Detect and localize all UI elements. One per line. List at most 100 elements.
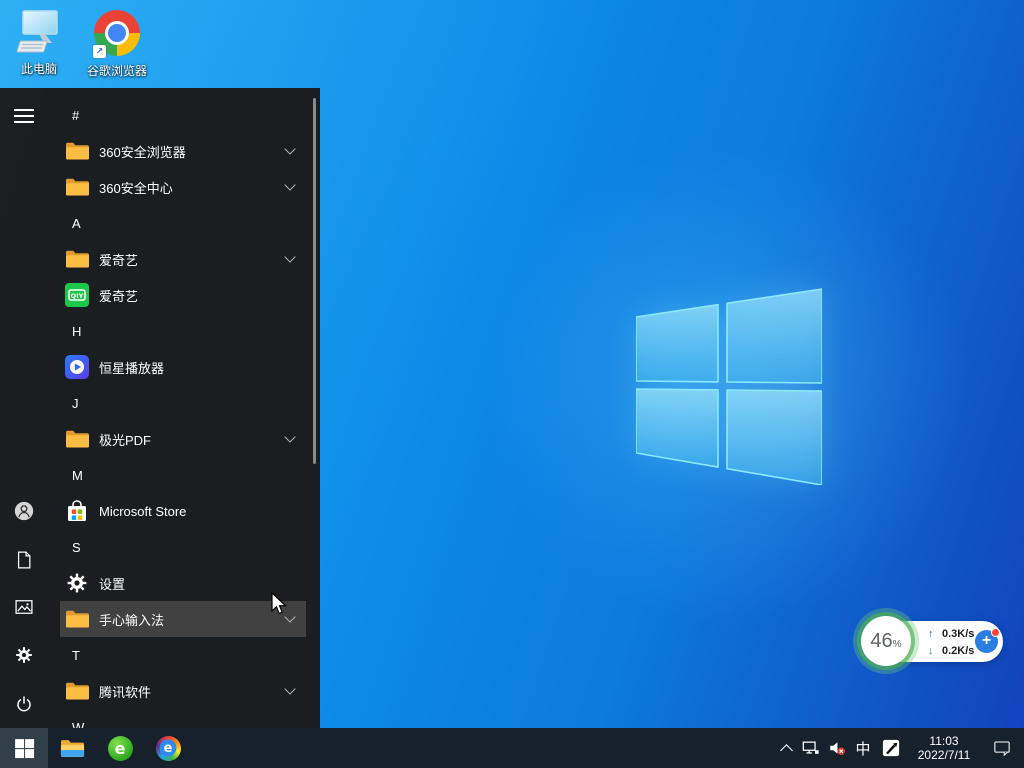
ime-icon bbox=[882, 739, 900, 757]
ms-store-icon bbox=[64, 498, 90, 524]
download-speed: 0.2K/s bbox=[942, 645, 974, 657]
documents-icon bbox=[14, 550, 34, 570]
action-center-icon bbox=[993, 739, 1011, 757]
rail-hamburger-menu-button[interactable] bbox=[8, 100, 40, 132]
app-label: 腾讯软件 bbox=[99, 682, 286, 701]
tray-volume-button[interactable] bbox=[824, 728, 850, 768]
start-menu-app-list: # 360安全浏览器 360安全中心 A 爱奇艺 QIY 爱奇艺 H 恒星播放器 J 极… bbox=[60, 97, 306, 745]
browser-360-safe-icon: e bbox=[108, 736, 133, 761]
app-label: 360安全浏览器 bbox=[99, 142, 286, 161]
start-menu-app-row[interactable]: 恒星播放器 bbox=[60, 349, 306, 385]
chevron-down-icon[interactable] bbox=[284, 683, 295, 694]
download-arrow-icon: ↓ bbox=[928, 645, 942, 657]
app-label: 手心输入法 bbox=[99, 610, 286, 629]
app-label: 极光PDF bbox=[99, 430, 286, 449]
windows-start-icon bbox=[12, 736, 37, 761]
memory-percent: 46 bbox=[870, 630, 892, 652]
start-menu-folder-row[interactable]: 手心输入法 bbox=[60, 601, 306, 637]
start-button[interactable] bbox=[0, 728, 48, 768]
chevron-down-icon[interactable] bbox=[284, 179, 295, 190]
rail-pictures-button[interactable] bbox=[8, 591, 40, 623]
desktop-icon-label: 此电脑 bbox=[0, 60, 78, 77]
folder-icon bbox=[64, 606, 90, 632]
file-explorer-icon bbox=[60, 736, 85, 761]
start-menu: # 360安全浏览器 360安全中心 A 爱奇艺 QIY 爱奇艺 H 恒星播放器 J 极… bbox=[0, 88, 320, 728]
taskbar-file-explorer-button[interactable] bbox=[48, 728, 96, 768]
memory-usage-ball[interactable]: 46% bbox=[853, 608, 919, 674]
tray-show-hidden-icons-button[interactable] bbox=[774, 728, 798, 768]
folder-icon bbox=[64, 678, 90, 704]
app-list-section-header[interactable]: S bbox=[60, 529, 306, 565]
pictures-icon bbox=[14, 597, 34, 617]
chevron-up-icon bbox=[780, 744, 793, 757]
start-menu-folder-row[interactable]: 极光PDF bbox=[60, 421, 306, 457]
upload-arrow-icon: ↑ bbox=[928, 628, 942, 640]
start-menu-app-row[interactable]: QIY 爱奇艺 bbox=[60, 277, 306, 313]
app-label: 恒星播放器 bbox=[99, 358, 298, 377]
app-list-section-header[interactable]: M bbox=[60, 457, 306, 493]
volume-muted-icon bbox=[828, 739, 846, 757]
account-icon bbox=[14, 501, 34, 521]
chevron-down-icon[interactable] bbox=[284, 143, 295, 154]
widget-add-button[interactable]: + bbox=[975, 630, 998, 653]
start-menu-rail bbox=[0, 88, 48, 728]
desktop-icon-label: 谷歌浏览器 bbox=[78, 62, 156, 79]
rail-account-button[interactable] bbox=[8, 495, 40, 527]
scrollbar-thumb[interactable] bbox=[313, 98, 316, 464]
system-tray: 中 11:03 2022/7/11 bbox=[774, 728, 1024, 768]
folder-icon bbox=[64, 138, 90, 164]
chevron-down-icon[interactable] bbox=[284, 611, 295, 622]
upload-speed: 0.3K/s bbox=[942, 628, 974, 640]
folder-icon bbox=[64, 246, 90, 272]
rail-documents-button[interactable] bbox=[8, 544, 40, 576]
start-menu-app-row[interactable]: 设置 bbox=[60, 565, 306, 601]
desktop-icon-this-pc[interactable]: 此电脑 bbox=[0, 8, 78, 77]
app-label: 爱奇艺 bbox=[99, 250, 286, 269]
start-menu-folder-row[interactable]: 360安全中心 bbox=[60, 169, 306, 205]
plus-icon: + bbox=[982, 632, 991, 649]
app-label: 360安全中心 bbox=[99, 178, 286, 197]
taskbar-360-safe-browser-button[interactable]: e bbox=[96, 728, 144, 768]
app-list-section-header[interactable]: A bbox=[60, 205, 306, 241]
app-list-section-header[interactable]: T bbox=[60, 637, 306, 673]
windows-logo bbox=[636, 287, 822, 485]
iqiyi-icon: QIY bbox=[64, 282, 90, 308]
hamburger-menu-icon bbox=[14, 106, 34, 126]
settings-gear-icon bbox=[64, 570, 90, 596]
taskbar-360-chrome-browser-button[interactable]: e bbox=[144, 728, 192, 768]
settings-icon bbox=[14, 645, 34, 665]
browser-360-chrome-icon: e bbox=[156, 736, 181, 761]
shortcut-arrow-icon: ↗ bbox=[93, 45, 106, 58]
tray-action-center-button[interactable] bbox=[982, 728, 1022, 768]
percent-unit: % bbox=[893, 639, 902, 650]
app-label: Microsoft Store bbox=[99, 504, 298, 519]
tray-clock[interactable]: 11:03 2022/7/11 bbox=[906, 734, 982, 762]
network-icon bbox=[802, 739, 820, 757]
app-list-section-header[interactable]: # bbox=[60, 97, 306, 133]
app-list-section-header[interactable]: J bbox=[60, 385, 306, 421]
clock-date: 2022/7/11 bbox=[906, 748, 982, 762]
tray-ime-language-button[interactable]: 中 bbox=[850, 728, 876, 768]
chrome-icon: ↗ bbox=[93, 10, 141, 60]
chevron-down-icon[interactable] bbox=[284, 251, 295, 262]
start-menu-folder-row[interactable]: 360安全浏览器 bbox=[60, 133, 306, 169]
speed-ball-widget: ↑ 0.3K/s ↓ 0.2K/s + 46% bbox=[853, 608, 1005, 674]
this-pc-icon bbox=[15, 8, 63, 58]
taskbar: e e 中 1 bbox=[0, 728, 1024, 768]
app-label: 爱奇艺 bbox=[99, 286, 298, 305]
rail-power-button[interactable] bbox=[8, 688, 40, 720]
start-menu-folder-row[interactable]: 爱奇艺 bbox=[60, 241, 306, 277]
start-menu-app-row[interactable]: Microsoft Store bbox=[60, 493, 306, 529]
start-menu-folder-row[interactable]: 腾讯软件 bbox=[60, 673, 306, 709]
app-list-section-header[interactable]: H bbox=[60, 313, 306, 349]
tray-ime-mode-button[interactable] bbox=[876, 728, 906, 768]
notification-dot bbox=[991, 628, 1000, 637]
tray-network-button[interactable] bbox=[798, 728, 824, 768]
app-label: 设置 bbox=[99, 574, 298, 593]
power-icon bbox=[14, 694, 34, 714]
rail-settings-button[interactable] bbox=[8, 639, 40, 671]
chevron-down-icon[interactable] bbox=[284, 431, 295, 442]
desktop-icon-chrome[interactable]: ↗ 谷歌浏览器 bbox=[78, 8, 156, 79]
folder-icon bbox=[64, 174, 90, 200]
svg-text:QIY: QIY bbox=[71, 292, 84, 300]
